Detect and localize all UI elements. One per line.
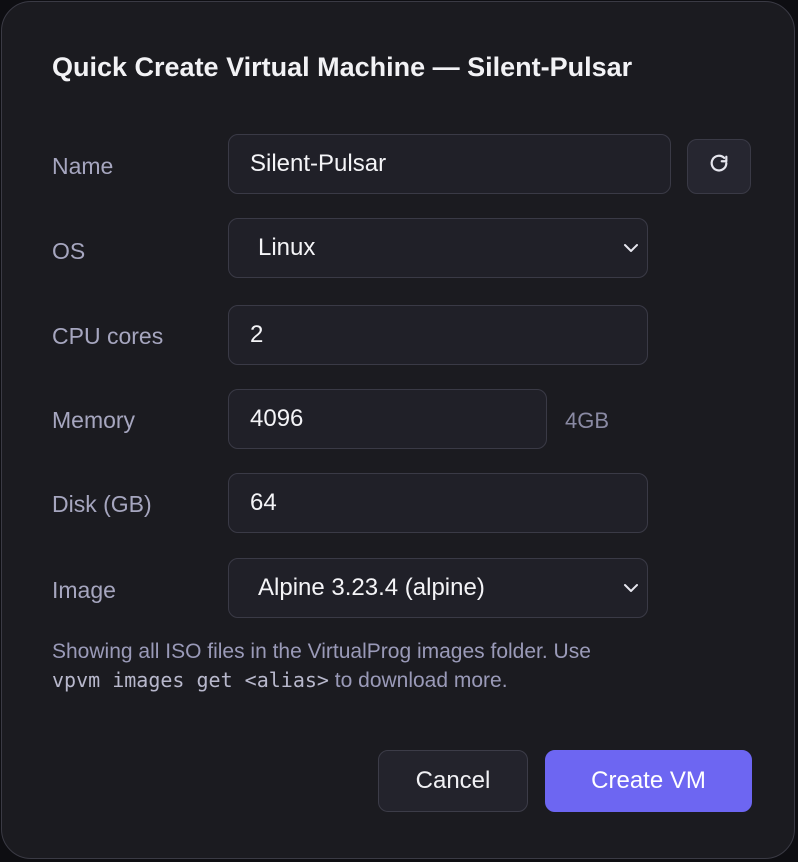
memory-label: Memory — [52, 407, 136, 433]
refresh-icon — [708, 153, 730, 180]
help-text-after: to download more. — [328, 669, 508, 692]
cancel-button[interactable]: Cancel — [378, 750, 528, 812]
regenerate-name-button[interactable] — [687, 139, 751, 194]
os-select-value: Linux — [258, 234, 316, 261]
create-vm-button[interactable]: Create VM — [545, 750, 752, 812]
image-select-value: Alpine 3.23.4 (alpine) — [258, 574, 485, 601]
name-input-value: Silent-Pulsar — [250, 150, 387, 177]
disk-input[interactable]: 64 — [228, 473, 648, 533]
memory-value: 4096 — [250, 405, 304, 432]
disk-value: 64 — [250, 489, 277, 516]
chevron-down-icon — [621, 578, 641, 598]
cpu-cores-value: 2 — [250, 321, 264, 348]
chevron-down-icon — [621, 238, 641, 258]
cpu-cores-input[interactable]: 2 — [228, 305, 648, 365]
os-select[interactable]: Linux — [228, 218, 648, 278]
cpu-label: CPU cores — [52, 323, 164, 349]
image-label: Image — [52, 577, 116, 603]
memory-unit-hint: 4GB — [565, 408, 610, 433]
disk-label: Disk (GB) — [52, 491, 152, 517]
os-label: OS — [52, 238, 86, 264]
name-label: Name — [52, 153, 114, 179]
name-input[interactable]: Silent-Pulsar — [228, 134, 671, 194]
dialog-title: Quick Create Virtual Machine — Silent-Pu… — [52, 52, 633, 82]
image-select[interactable]: Alpine 3.23.4 (alpine) — [228, 558, 648, 618]
image-help-text: Showing all ISO files in the VirtualProg… — [52, 637, 752, 695]
memory-input[interactable]: 4096 — [228, 389, 547, 449]
help-text-before: Showing all ISO files in the VirtualProg… — [52, 640, 591, 663]
quick-create-dialog: Quick Create Virtual Machine — Silent-Pu… — [1, 1, 795, 859]
help-command: vpvm images get <alias> — [52, 668, 329, 692]
